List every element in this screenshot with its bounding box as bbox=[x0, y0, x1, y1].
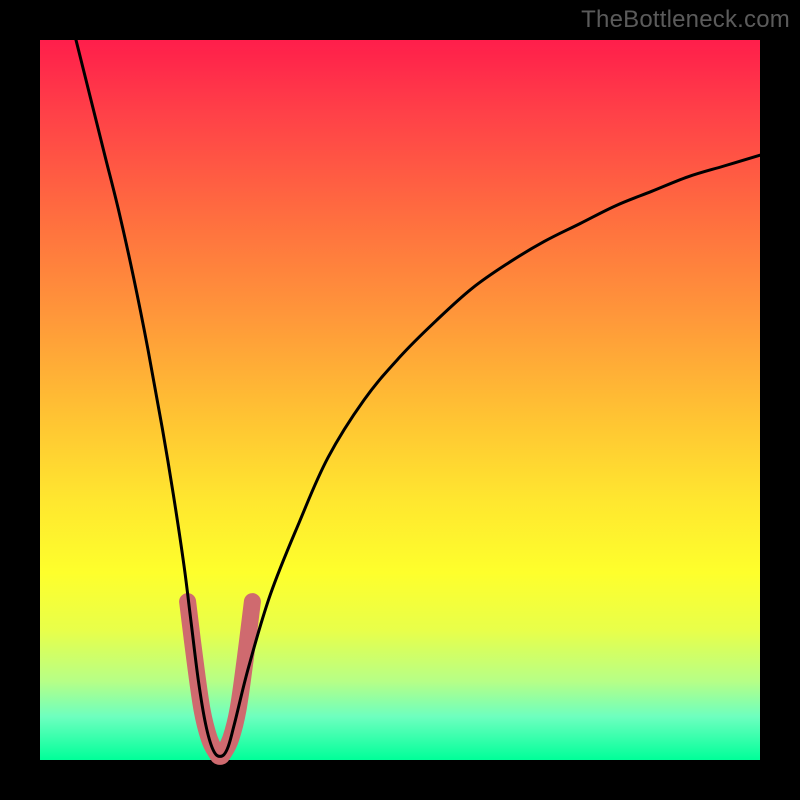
plot-area bbox=[40, 40, 760, 760]
chart-svg bbox=[40, 40, 760, 760]
chart-frame: TheBottleneck.com bbox=[0, 0, 800, 800]
bottleneck-curve bbox=[76, 40, 760, 756]
attribution-text: TheBottleneck.com bbox=[581, 6, 790, 34]
